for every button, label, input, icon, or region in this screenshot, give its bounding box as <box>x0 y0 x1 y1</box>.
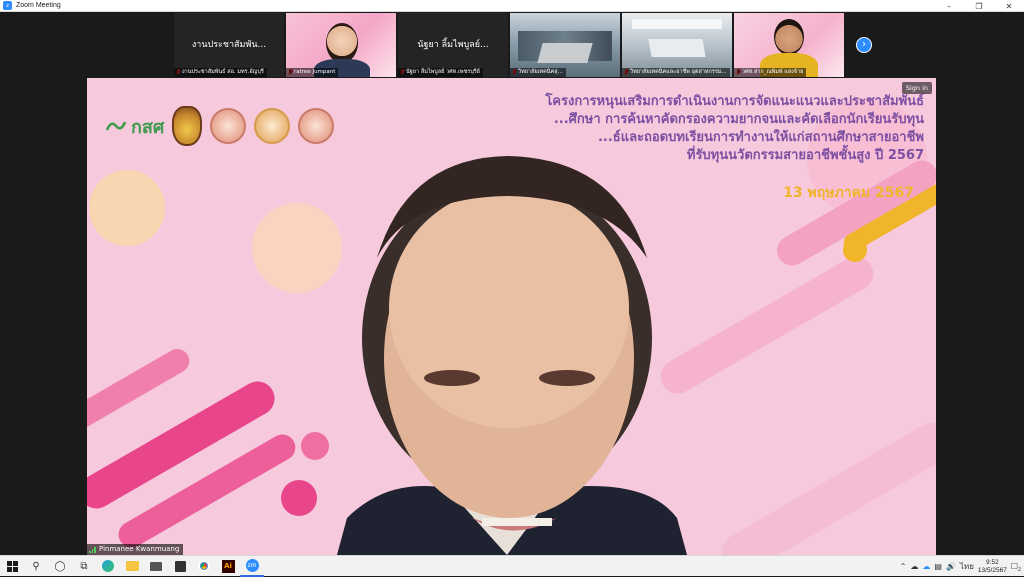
seal-logo <box>254 108 291 144</box>
slide-title-line: โครงการหนุนเสริมการดำเนินงานการจัดแนะแนว… <box>545 94 924 109</box>
participant-tile[interactable]: งานประชาสัมพัน... งานประชาสัมพันธ์ สอ. ม… <box>174 13 284 77</box>
zoom-meeting-area: งานประชาสัมพัน... งานประชาสัมพันธ์ สอ. ม… <box>0 12 1024 555</box>
chevron-right-icon[interactable]: › <box>856 37 872 53</box>
network-icon[interactable]: ▤ <box>934 562 942 571</box>
system-clock[interactable]: 9:52 13/5/2567 <box>978 559 1007 575</box>
participant-tile[interactable]: วศท.สาก_ณพิมพ์ แสงจ้าย <box>734 13 844 77</box>
slide-title-line: ที่รับทุนนวัตกรรมสายอาชีพชั้นสูง ปี 2567 <box>686 148 924 163</box>
meeting-table <box>537 43 593 63</box>
close-icon[interactable]: ✕ <box>994 0 1024 12</box>
eef-logo: กสศ <box>105 112 164 141</box>
seal-logo <box>210 108 247 144</box>
meeting-table <box>648 39 706 57</box>
restore-icon[interactable]: ❐ <box>964 0 994 12</box>
illustrator-label: Ai <box>221 559 235 573</box>
participant-name-label: ratree Jumpant <box>286 68 339 77</box>
slide-title: โครงการหนุนเสริมการดำเนินงานการจัดแนะแนว… <box>444 93 924 165</box>
windows-taskbar: ⚲ ◯ ⧉ Ai zm ⌃ ☁ ☁ ▤ 🔊 ไทย 9:52 13/5/2567… <box>0 555 1024 577</box>
edge-icon[interactable] <box>96 556 120 577</box>
slide-logos: กสศ <box>105 106 335 146</box>
mail-icon[interactable] <box>144 556 168 577</box>
chevron-up-icon[interactable]: ⌃ <box>900 562 907 571</box>
clock-date: 13/5/2567 <box>977 566 1007 574</box>
institution-emblem <box>172 106 203 146</box>
signal-strength-icon <box>89 546 97 553</box>
store-icon[interactable] <box>168 556 192 577</box>
window-controls: – ❐ ✕ <box>934 0 1024 12</box>
participant-video <box>632 19 722 29</box>
participant-tile[interactable]: นัฐยา ลิ้มไพบูลย์... นัฐยา ลิ้มไพบูลย์ ว… <box>398 13 508 77</box>
illustrator-icon[interactable]: Ai <box>216 556 240 577</box>
speaker-name-label: Pinmanee Kwanmuang <box>87 544 184 555</box>
participant-gallery: งานประชาสัมพัน... งานประชาสัมพันธ์ สอ. ม… <box>174 13 844 77</box>
participant-name-label: วิทยาลัยเทคนิคสุ... <box>510 68 566 77</box>
sign-in-button[interactable]: Sign in <box>901 82 932 94</box>
participant-video <box>774 19 804 55</box>
notification-count: 2 <box>1017 567 1021 573</box>
slide-date: 13 พฤษภาคม 2567 <box>783 185 914 201</box>
participant-name-label: วศท.สาก_ณพิมพ์ แสงจ้าย <box>734 68 807 77</box>
minimize-icon[interactable]: – <box>934 0 964 12</box>
cortana-icon[interactable]: ◯ <box>48 556 72 577</box>
chrome-icon[interactable] <box>192 556 216 577</box>
slide-title-line: ...ศึกษา การค้นหาคัดกรองความยากจนและคัดเ… <box>553 112 924 127</box>
zoom-icon[interactable]: zm <box>240 556 264 577</box>
participant-name-label: วิทยาลัยเทคนิคและอาชีพ อุตสาหกรรม... <box>622 68 730 77</box>
participant-tile[interactable]: วิทยาลัยเทคนิคสุ... <box>510 13 620 77</box>
participant-center-name: นัฐยา ลิ้มไพบูลย์... <box>417 40 489 50</box>
language-indicator[interactable]: ไทย <box>960 560 974 573</box>
window-title-bar: z Zoom Meeting – ❐ ✕ <box>0 0 1024 12</box>
slide-title-line: ...ธ์และถอดบทเรียนการทำงานให้แก่สถานศึกษ… <box>597 130 924 145</box>
zoom-app-icon: z <box>3 1 12 10</box>
participant-center-name: งานประชาสัมพัน... <box>191 40 267 50</box>
participant-video <box>326 23 358 63</box>
system-tray: ⌃ ☁ ☁ ▤ 🔊 ไทย 9:52 13/5/2567 ☐ 2 <box>900 556 1024 577</box>
zoom-label: zm <box>245 558 259 572</box>
task-view-icon[interactable]: ⧉ <box>72 556 96 577</box>
notification-icon[interactable]: ☐ 2 <box>1011 562 1021 573</box>
eef-logo-text: กสศ <box>131 116 165 138</box>
search-icon[interactable]: ⚲ <box>24 556 48 577</box>
participant-tile[interactable]: วิทยาลัยเทคนิคและอาชีพ อุตสาหกรรม... <box>622 13 732 77</box>
participant-name-label: นัฐยา ลิ้มไพบูลย์ วศท.เพชรบุรีย์ <box>398 68 483 77</box>
cloud-icon[interactable]: ☁ <box>922 562 930 571</box>
onedrive-icon[interactable]: ☁ <box>910 562 918 571</box>
participant-tile[interactable]: ratree Jumpant <box>286 13 396 77</box>
file-explorer-icon[interactable] <box>120 556 144 577</box>
windows-start-icon[interactable] <box>0 556 24 577</box>
eef-swirl-icon <box>105 121 127 131</box>
speaker-name: Pinmanee Kwanmuang <box>99 545 180 553</box>
window-title: Zoom Meeting <box>16 2 61 9</box>
volume-icon[interactable]: 🔊 <box>946 562 956 571</box>
seal-logo <box>298 108 335 144</box>
active-speaker-video: กสศ โครงการหนุนเสริมการดำเนินงานการจัดแน… <box>87 78 936 555</box>
clock-time: 9:52 <box>986 558 999 566</box>
participant-name-label: งานประชาสัมพันธ์ สอ. มทร.อัญบุรี <box>174 68 267 77</box>
